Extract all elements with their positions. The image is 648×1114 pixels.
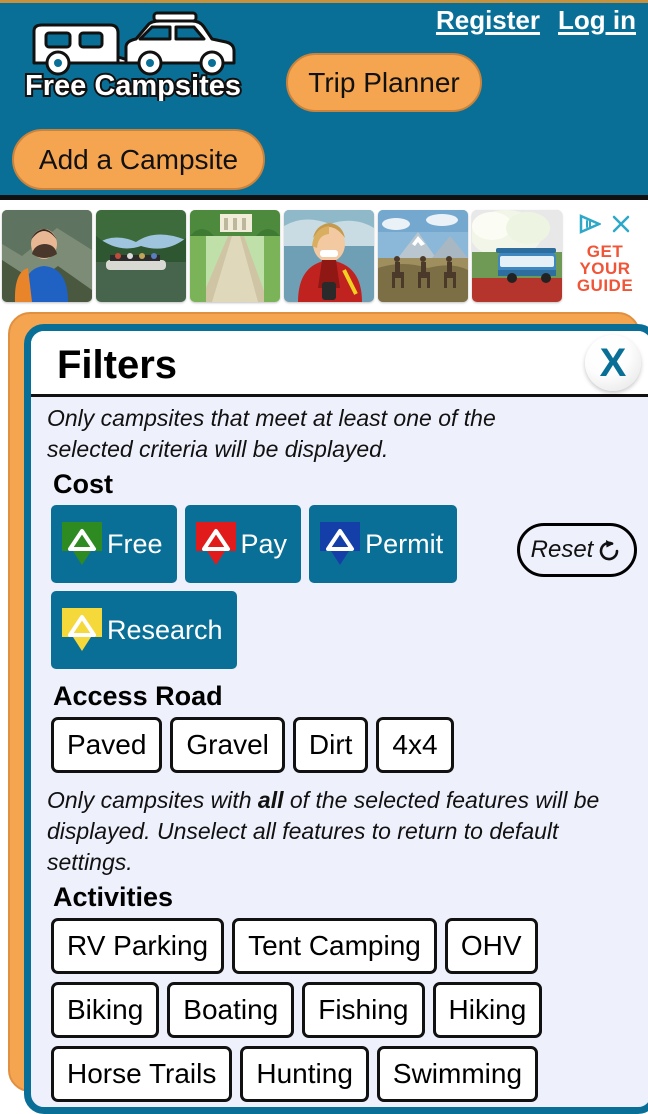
note-at-least-one: Only campsites that meet at least one of… <box>47 405 496 462</box>
ad-thumbnail-hiker[interactable] <box>2 210 92 302</box>
cost-option-label: Research <box>107 614 223 645</box>
undo-arrow-icon <box>600 540 619 561</box>
tent-pin-icon <box>320 522 361 565</box>
activity-option-fishing[interactable]: Fishing <box>302 982 425 1038</box>
gyg-line-2: YOUR <box>579 259 631 278</box>
site-header: Free Campsites Register Log in Trip Plan… <box>0 0 648 200</box>
site-logo[interactable]: Free Campsites <box>14 5 252 101</box>
section-title-access-road: Access Road <box>53 681 223 711</box>
access-road-option-gravel[interactable]: Gravel <box>170 717 285 773</box>
auth-links: Register Log in <box>436 5 636 36</box>
section-title-activities: Activities <box>53 882 174 912</box>
tent-pin-icon <box>62 522 102 565</box>
activity-option-rv-parking[interactable]: RV Parking <box>51 918 225 974</box>
activity-option-horse-trails[interactable]: Horse Trails <box>51 1046 233 1102</box>
ad-banner[interactable]: GET YOUR GUIDE <box>0 205 648 313</box>
cost-option-label: Free <box>107 528 163 559</box>
ad-thumbnail-kayaker[interactable] <box>284 210 374 302</box>
cost-option-permit[interactable]: Permit <box>309 505 458 583</box>
filters-modal-frame: Filters X Only campsites that meet at le… <box>8 312 648 1114</box>
activity-option-hiking[interactable]: Hiking <box>432 982 543 1038</box>
cost-option-label: Permit <box>365 528 444 559</box>
ad-thumbnail-swamp-boat[interactable] <box>96 210 186 302</box>
cost-option-free[interactable]: Free <box>51 505 177 583</box>
gyg-line-1: GET <box>586 242 624 261</box>
note-all-emphasis: all <box>257 787 284 813</box>
rv-trailer-suv-icon: Free Campsites <box>23 11 243 101</box>
activities-options: RV Parking Tent Camping OHV Biking Boati… <box>31 918 641 1114</box>
ad-thumbnail-horseback-riders[interactable] <box>378 210 468 302</box>
access-road-options: Paved Gravel Dirt 4x4 <box>31 717 641 773</box>
note-all-prefix: Only campsites with <box>47 787 258 813</box>
activity-option-tent-camping[interactable]: Tent Camping <box>232 918 437 974</box>
filters-titlebar: Filters X <box>31 331 648 397</box>
add-campsite-button[interactable]: Add a Campsite <box>12 129 265 190</box>
section-title-cost: Cost <box>53 469 113 499</box>
reset-button[interactable]: Reset <box>517 523 637 577</box>
login-link[interactable]: Log in <box>558 5 636 36</box>
page-title: Filters <box>57 343 178 387</box>
ad-thumbnail-trolley-bus[interactable] <box>472 210 562 302</box>
ad-thumbnail-plantation-path[interactable] <box>190 210 280 302</box>
activity-option-hunting[interactable]: Hunting <box>240 1046 369 1102</box>
adchoices-icon[interactable] <box>579 214 601 234</box>
access-road-option-dirt[interactable]: Dirt <box>292 717 369 773</box>
activity-option-ohv[interactable]: OHV <box>444 918 538 974</box>
ad-thumbnail-strip <box>2 210 562 302</box>
register-link[interactable]: Register <box>436 5 540 36</box>
gyg-line-3: GUIDE <box>576 276 634 295</box>
gyg-brand-logo: GET YOUR GUIDE <box>566 243 644 294</box>
ad-controls: GET YOUR GUIDE <box>566 211 644 294</box>
note-all-features: Only campsites with all of the selected … <box>31 785 648 878</box>
reset-label: Reset <box>530 536 594 563</box>
close-icon[interactable]: X <box>585 335 641 391</box>
activity-option-rock-climbing[interactable]: Rock Climbing <box>51 1110 264 1114</box>
trip-planner-button[interactable]: Trip Planner <box>286 53 482 112</box>
activity-option-swimming[interactable]: Swimming <box>376 1046 539 1102</box>
ad-close-icon[interactable] <box>611 214 631 234</box>
access-road-option-paved[interactable]: Paved <box>51 717 163 773</box>
tent-pin-icon <box>62 608 102 651</box>
activity-option-boating[interactable]: Boating <box>167 982 295 1038</box>
cost-option-label: Pay <box>240 528 288 559</box>
tent-pin-icon <box>195 522 236 565</box>
cost-option-pay[interactable]: Pay <box>184 505 302 583</box>
access-road-option-4x4[interactable]: 4x4 <box>376 717 454 773</box>
activity-option-biking[interactable]: Biking <box>51 982 160 1038</box>
filters-modal: Filters X Only campsites that meet at le… <box>24 324 648 1114</box>
filters-body: Only campsites that meet at least one of… <box>31 397 648 1114</box>
cost-option-research[interactable]: Research <box>51 591 237 669</box>
logo-wordmark: Free Campsites <box>25 70 241 101</box>
close-label: X <box>599 341 627 385</box>
